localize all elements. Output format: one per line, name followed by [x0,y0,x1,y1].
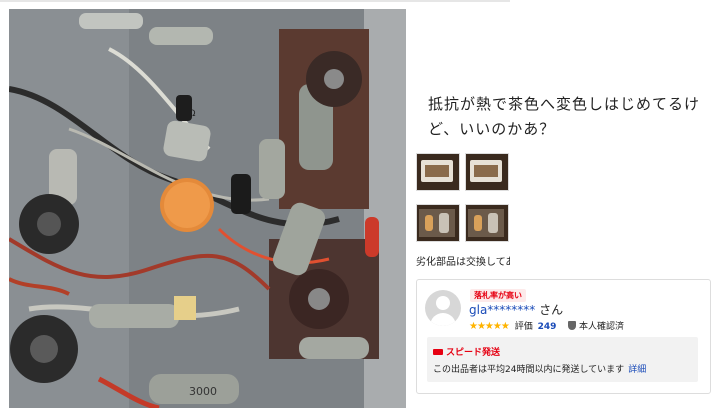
radio-thumbnail-image [470,160,502,182]
top-divider [0,0,510,2]
rating-stars-icon: ★★★★★ [469,321,510,332]
chassis-thumbnail-image [419,209,455,237]
thumbnail-4[interactable] [465,204,509,242]
shield-icon [568,321,576,330]
seller-name-link[interactable]: gla******** [469,303,535,317]
identity-verified: 本人確認済 [568,319,624,332]
speed-shipping-box: スピード発送 この出品者は平均24時間以内に発送しています 詳細 [427,337,698,382]
shipping-desc-text: この出品者は平均24時間以内に発送しています [433,365,625,375]
seller-name-row: gla******** さん [469,301,563,318]
seller-card: 落札率が高い gla******** さん ★★★★★ 評価 249 本人確認済… [416,279,711,394]
chassis-photo-illustration: 4KΩ 3000 [9,9,406,408]
description-snippet: 劣化部品は交換してあ [416,257,510,268]
seller-rating: ★★★★★ 評価 249 [469,319,556,332]
chassis-thumbnail-image [468,209,504,237]
detail-link[interactable]: 詳細 [628,365,646,375]
radio-thumbnail-image [421,160,453,182]
speed-shipping-description: この出品者は平均24時間以内に発送しています 詳細 [433,362,646,375]
speed-shipping-title: スピード発送 [433,345,500,358]
thumbnail-3[interactable] [416,204,460,242]
avatar[interactable] [425,290,461,326]
rating-label: 評価 [514,322,533,332]
resistor-label-2: 3000 [189,385,217,398]
rating-count-link[interactable]: 249 [538,322,557,332]
truck-icon [433,349,443,355]
verified-label: 本人確認済 [579,322,625,332]
seller-suffix: さん [539,303,564,317]
main-product-photo[interactable]: 4KΩ 3000 [9,9,406,408]
thumbnail-1[interactable] [416,153,460,191]
thumbnail-2[interactable] [465,153,509,191]
photo-caption: 抵抗が熱で茶色へ変色しはじめてるけど、いいのかあ？ [428,95,701,138]
speed-shipping-label: スピード発送 [446,348,501,358]
